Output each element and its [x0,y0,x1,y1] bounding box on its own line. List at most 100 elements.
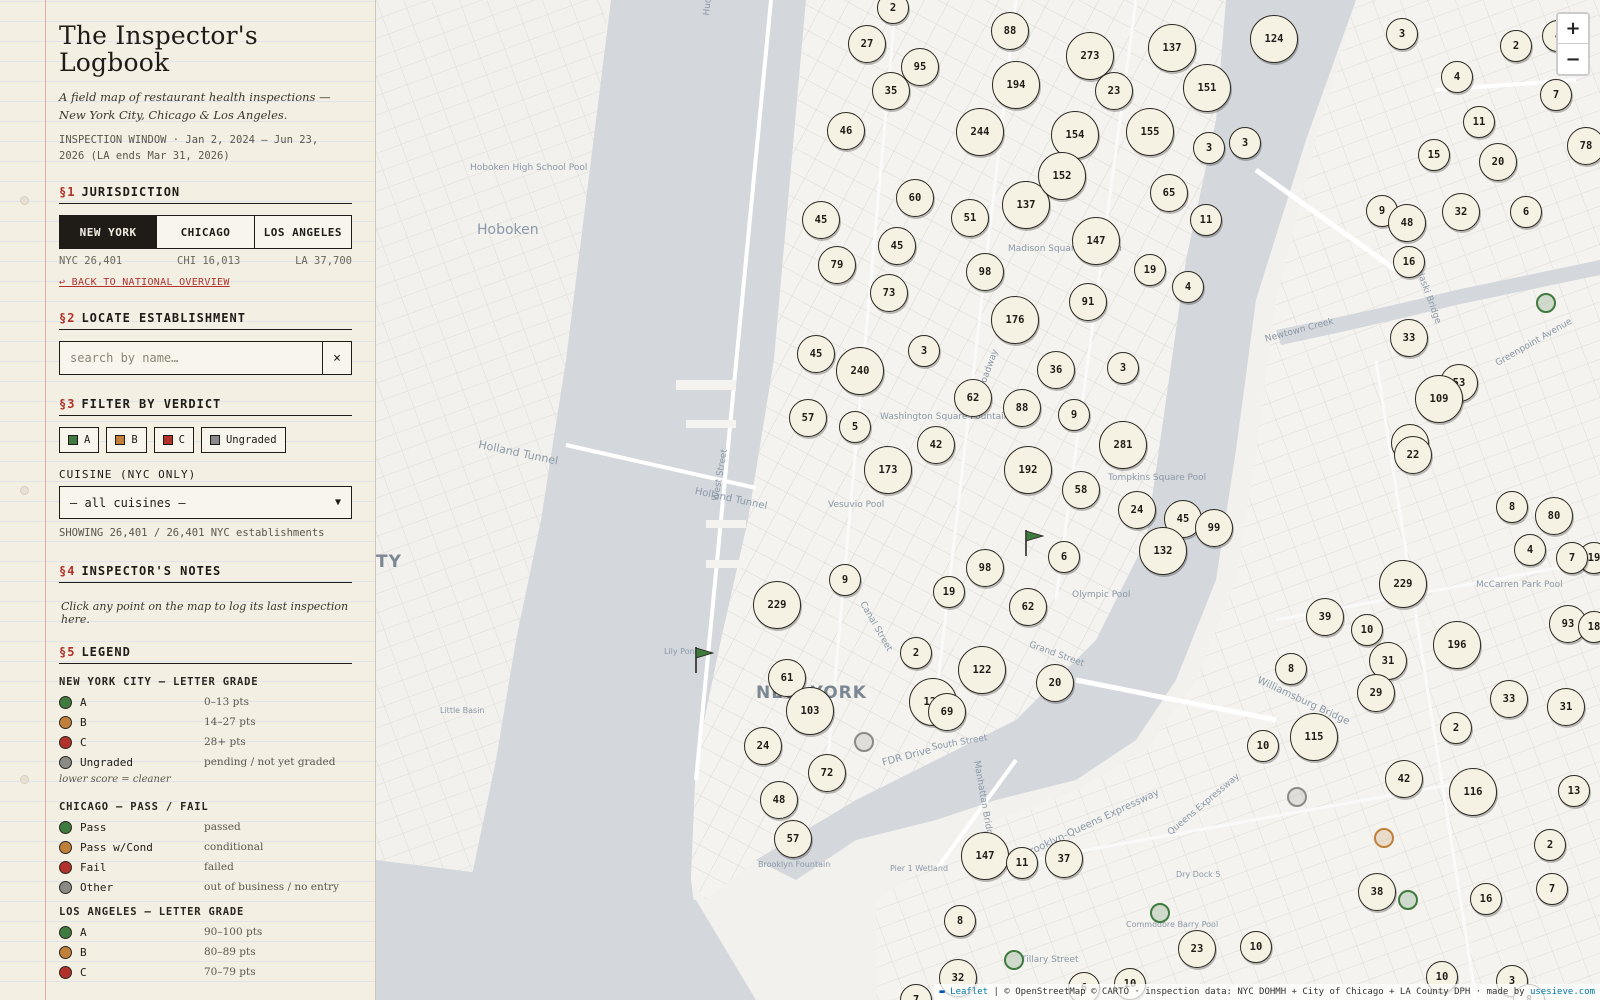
cluster-marker[interactable]: 151 [1183,64,1231,112]
cluster-marker[interactable]: 4 [1172,271,1204,303]
verdict-filter-a[interactable]: A [59,427,100,453]
cluster-marker[interactable]: 39 [1306,598,1344,636]
cluster-marker[interactable]: 48 [1388,204,1426,242]
inspection-point[interactable] [1150,903,1170,923]
cluster-marker[interactable]: 48 [760,781,798,819]
cluster-marker[interactable]: 80 [1535,497,1573,535]
cluster-marker[interactable]: 72 [808,754,846,792]
inspection-point[interactable] [1374,828,1394,848]
cluster-marker[interactable]: 6 [1510,196,1542,228]
cluster-marker[interactable]: 240 [836,347,884,395]
cluster-marker[interactable]: 11 [1006,847,1038,879]
cluster-marker[interactable]: 9 [1058,399,1090,431]
cluster-marker[interactable]: 60 [896,179,934,217]
cluster-marker[interactable]: 20 [1479,143,1517,181]
cluster-marker[interactable]: 2 [1500,30,1532,62]
inspection-point[interactable] [1004,950,1024,970]
cluster-marker[interactable]: 24 [1118,491,1156,529]
cluster-marker[interactable]: 35 [872,72,910,110]
cluster-marker[interactable]: 281 [1099,421,1147,469]
cluster-marker[interactable]: 88 [1003,389,1041,427]
cluster-marker[interactable]: 147 [1072,217,1120,265]
inspection-point[interactable] [854,732,874,752]
cluster-marker[interactable]: 9 [829,564,861,596]
cluster-marker[interactable]: 176 [991,296,1039,344]
cluster-marker[interactable]: 33 [1390,319,1428,357]
verdict-filter-ungraded[interactable]: Ungraded [200,427,286,453]
verdict-filter-b[interactable]: B [106,427,147,453]
cluster-marker[interactable]: 23 [1095,72,1133,110]
cluster-marker[interactable]: 51 [951,199,989,237]
cluster-marker[interactable]: 152 [1038,152,1086,200]
cluster-marker[interactable]: 24 [744,727,782,765]
tab-chicago[interactable]: CHICAGO [156,216,254,248]
verdict-filter-c[interactable]: C [153,427,194,453]
cluster-marker[interactable]: 57 [789,399,827,437]
cuisine-select[interactable]: — all cuisines — ▼ [59,486,352,519]
cluster-marker[interactable]: 137 [1148,24,1196,72]
cluster-marker[interactable]: 194 [992,61,1040,109]
flag-icon[interactable] [1024,530,1045,560]
cluster-marker[interactable]: 13 [1558,775,1590,807]
cluster-marker[interactable]: 115 [1290,713,1338,761]
cluster-marker[interactable]: 173 [864,446,912,494]
cluster-marker[interactable]: 16 [1470,883,1502,915]
cluster-marker[interactable]: 103 [786,687,834,735]
cluster-marker[interactable]: 244 [956,108,1004,156]
search-input[interactable] [60,342,322,374]
cluster-marker[interactable]: 91 [1069,283,1107,321]
cluster-marker[interactable]: 229 [753,581,801,629]
cluster-marker[interactable]: 65 [1150,174,1188,212]
cluster-marker[interactable]: 3 [1193,132,1225,164]
tab-los-angeles[interactable]: LOS ANGELES [253,216,351,248]
cluster-marker[interactable]: 98 [966,253,1004,291]
cluster-marker[interactable]: 5 [839,411,871,443]
cluster-marker[interactable]: 116 [1449,768,1497,816]
cluster-marker[interactable]: 4 [1514,534,1546,566]
inspection-point[interactable] [1536,293,1556,313]
cluster-marker[interactable]: 62 [954,379,992,417]
cluster-marker[interactable]: 29 [1357,674,1395,712]
cluster-marker[interactable]: 73 [870,274,908,312]
cluster-marker[interactable]: 147 [961,832,1009,880]
cluster-marker[interactable]: 196 [1433,621,1481,669]
cluster-marker[interactable]: 109 [1415,375,1463,423]
cluster-marker[interactable]: 58 [1062,471,1100,509]
cluster-marker[interactable]: 38 [1358,873,1396,911]
cluster-marker[interactable]: 45 [878,227,916,265]
cluster-marker[interactable]: 192 [1004,446,1052,494]
cluster-marker[interactable]: 2 [1534,829,1566,861]
cluster-marker[interactable]: 22 [1394,436,1432,474]
cluster-marker[interactable]: 11 [1190,204,1222,236]
cluster-marker[interactable]: 10 [1247,730,1279,762]
flag-icon[interactable] [694,647,715,677]
cluster-marker[interactable]: 88 [991,12,1029,50]
cluster-marker[interactable]: 78 [1567,127,1600,165]
cluster-marker[interactable]: 46 [827,112,865,150]
cluster-marker[interactable]: 8 [1496,491,1528,523]
back-to-national-link[interactable]: ↩ BACK TO NATIONAL OVERVIEW [59,277,230,288]
zoom-in-button[interactable]: + [1558,14,1588,44]
zoom-out-button[interactable]: − [1558,44,1588,74]
cluster-marker[interactable]: 2 [1440,712,1472,744]
cluster-marker[interactable]: 42 [917,426,955,464]
cluster-marker[interactable]: 3 [1229,127,1261,159]
cluster-marker[interactable]: 8 [944,905,976,937]
cluster-marker[interactable]: 10 [1240,931,1272,963]
map-canvas[interactable]: HobokenHoboken High School PoolHudson Ri… [376,0,1600,1000]
leaflet-link[interactable]: Leaflet [950,987,988,997]
cluster-marker[interactable]: 36 [1037,351,1075,389]
cluster-marker[interactable]: 16 [1393,246,1425,278]
cluster-marker[interactable]: 37 [1045,840,1083,878]
cluster-marker[interactable]: 99 [1195,509,1233,547]
cluster-marker[interactable]: 3 [1107,352,1139,384]
cluster-marker[interactable]: 23 [1178,930,1216,968]
cluster-marker[interactable]: 42 [1385,760,1423,798]
inspection-point[interactable] [1287,787,1307,807]
cluster-marker[interactable]: 33 [1490,680,1528,718]
cluster-marker[interactable]: 57 [774,820,812,858]
cluster-marker[interactable]: 98 [966,549,1004,587]
cluster-marker[interactable]: 62 [1009,588,1047,626]
cluster-marker[interactable]: 69 [928,693,966,731]
cluster-marker[interactable]: 45 [797,335,835,373]
